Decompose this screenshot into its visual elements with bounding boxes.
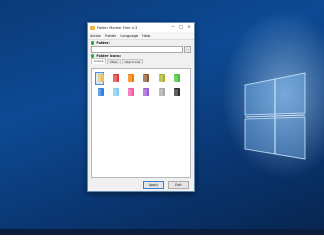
button-bar: Apply Exit xyxy=(88,178,194,191)
tab-main[interactable]: Main xyxy=(107,58,121,64)
folder-swatch xyxy=(126,87,135,96)
folder-default-icon[interactable] xyxy=(95,71,105,85)
menu-help[interactable]: Help xyxy=(142,34,150,38)
window-title: Folder Marker Free 4.3 xyxy=(97,25,138,30)
taskbar xyxy=(0,229,324,235)
title-bar[interactable]: Folder Marker Free 4.3 − □ × xyxy=(88,23,194,32)
folder-path-input[interactable] xyxy=(91,46,183,53)
folder-black-icon[interactable] xyxy=(172,86,181,99)
icon-grid-panel xyxy=(91,68,191,178)
minimize-button[interactable]: − xyxy=(169,23,177,32)
folder-light-blue-icon[interactable] xyxy=(110,86,119,99)
folder-label: Folder: xyxy=(96,41,110,45)
folder-pink-icon[interactable] xyxy=(126,86,135,99)
folder-swatch xyxy=(157,87,165,96)
icon-tabs: Colors Main User Icons xyxy=(91,58,191,64)
folder-olive-icon[interactable] xyxy=(156,72,165,85)
folder-grey-icon[interactable] xyxy=(156,86,165,99)
maximize-button[interactable]: □ xyxy=(177,23,185,32)
folder-red-icon[interactable] xyxy=(110,72,119,85)
icon-row xyxy=(95,71,187,85)
menu-language[interactable]: Language xyxy=(120,34,138,38)
folder-swatch xyxy=(157,73,165,82)
browse-button[interactable]: … xyxy=(184,46,191,53)
folder-swatch xyxy=(142,87,150,96)
icon-row xyxy=(95,85,187,99)
folder-swatch xyxy=(172,87,181,96)
green-dot-icon xyxy=(91,41,95,45)
folder-swatch xyxy=(96,73,104,82)
folder-marker-window: Folder Marker Free 4.3 − □ × Action Fold… xyxy=(87,22,195,192)
apply-button[interactable]: Apply xyxy=(143,181,164,189)
folder-swatch xyxy=(96,87,104,96)
app-folder-icon xyxy=(90,25,95,30)
folder-swatch xyxy=(142,73,150,82)
menu-action[interactable]: Action xyxy=(90,34,101,38)
windows-logo-light xyxy=(244,72,306,160)
folder-swatch xyxy=(172,73,181,82)
folder-brown-icon[interactable] xyxy=(141,72,150,85)
folder-violet-icon[interactable] xyxy=(141,86,150,99)
tab-colors[interactable]: Colors xyxy=(91,58,107,64)
menu-bar: Action Folder Language Help xyxy=(88,32,194,40)
folder-blue-icon[interactable] xyxy=(95,86,104,99)
folder-swatch xyxy=(111,73,119,82)
folder-orange-icon[interactable] xyxy=(126,72,135,85)
menu-folder[interactable]: Folder xyxy=(105,34,116,38)
folder-swatch xyxy=(111,87,119,96)
folder-green-icon[interactable] xyxy=(172,72,181,85)
folder-swatch xyxy=(126,73,135,82)
close-button[interactable]: × xyxy=(185,23,193,32)
tab-user-icons[interactable]: User Icons xyxy=(121,58,144,64)
icon-grid xyxy=(95,71,187,99)
exit-button[interactable]: Exit xyxy=(168,181,189,189)
